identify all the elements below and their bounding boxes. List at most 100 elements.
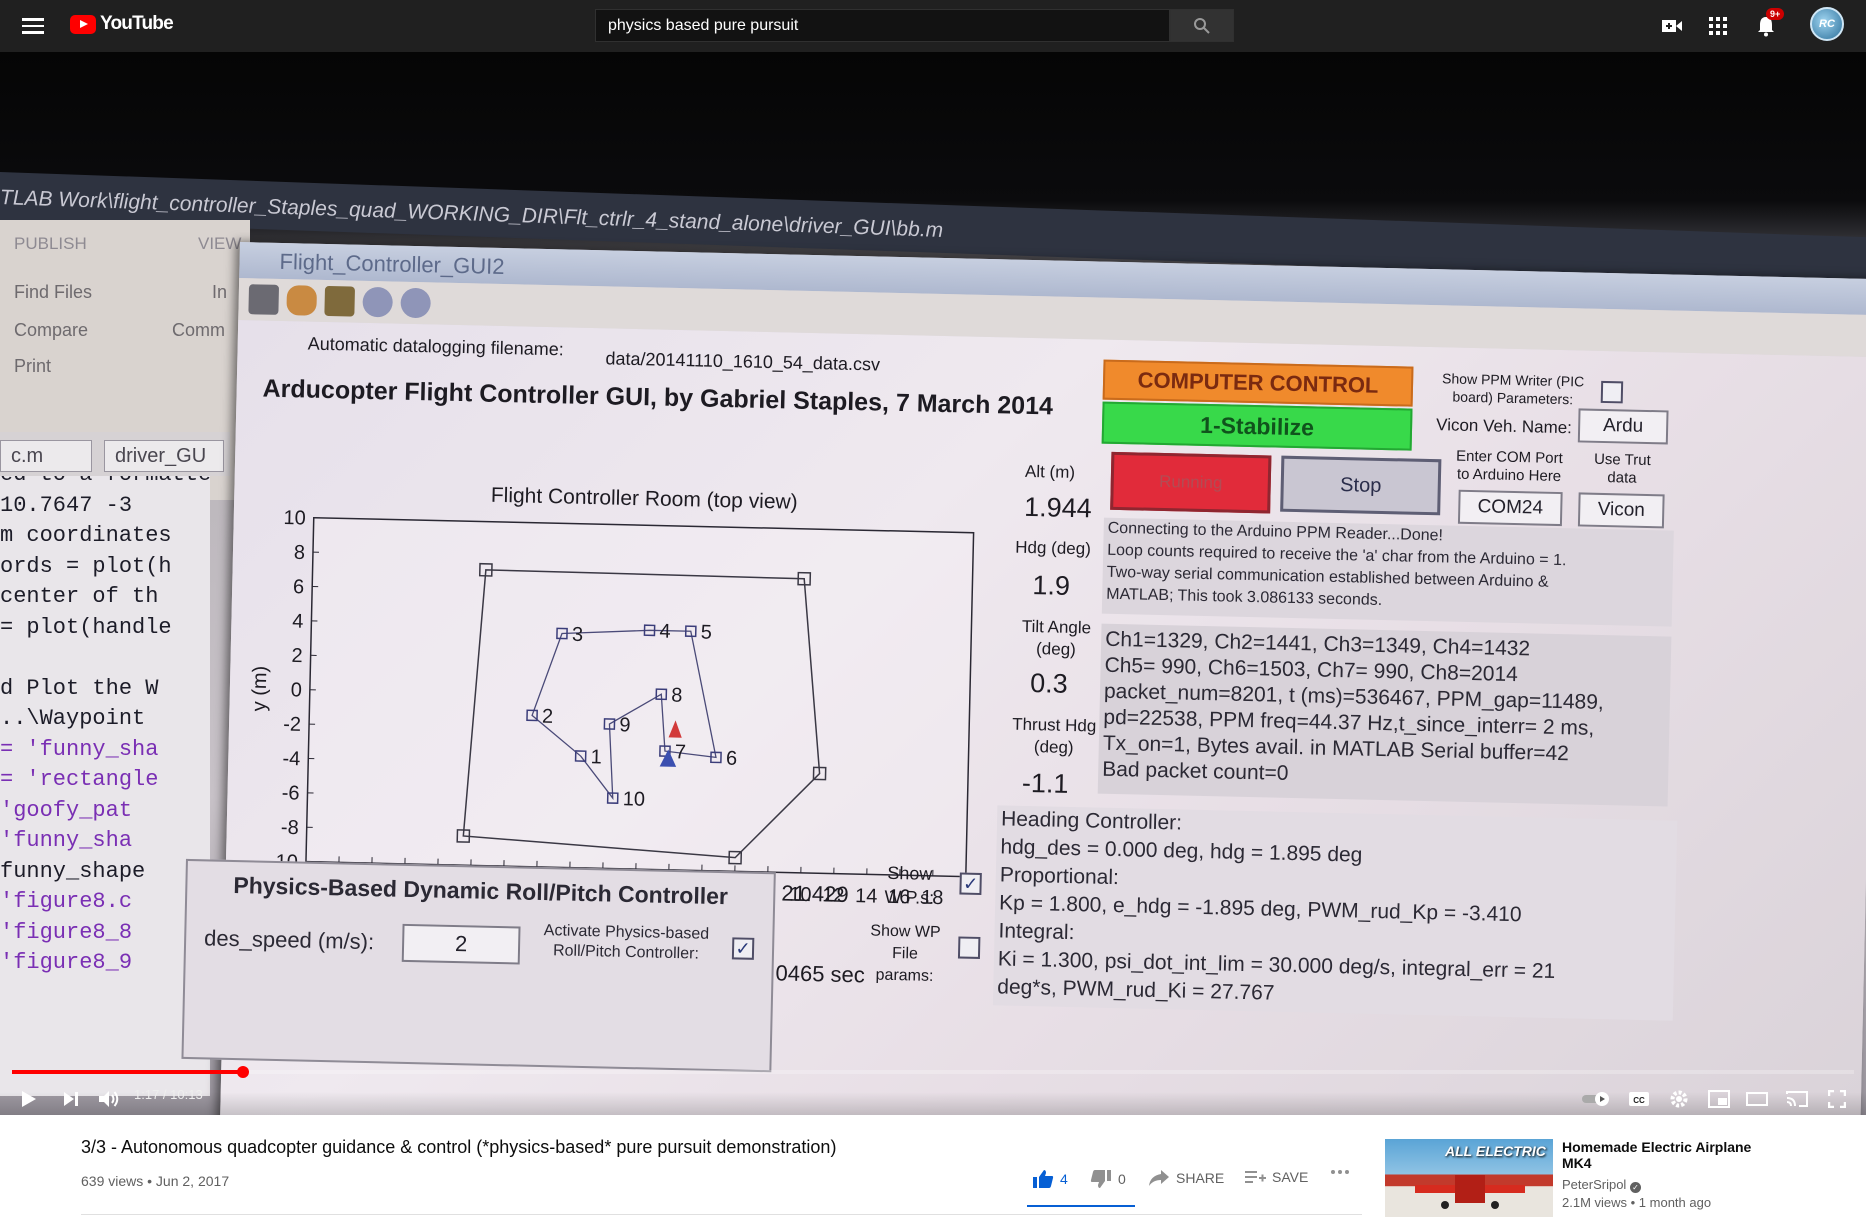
toolbar-publish: PUBLISH [14, 234, 87, 253]
panel-value-2: 0465 sec [775, 960, 866, 988]
toolbar-in: In [212, 282, 228, 302]
save-label: SAVE [1272, 1169, 1309, 1185]
dislike-button[interactable]: 0 [1090, 1169, 1126, 1189]
activate-checkbox[interactable]: ✓ [731, 937, 755, 960]
com-port-field[interactable]: COM24 [1457, 489, 1563, 527]
settings-button[interactable] [1664, 1084, 1694, 1114]
toolbar-compare: Compare [14, 320, 89, 340]
menu-icon[interactable] [20, 14, 46, 38]
heading-line: Kp = 1.800, e_hdg = -1.895 deg, PWM_rud_… [998, 891, 1522, 927]
heading-line: Heading Controller: [1000, 807, 1183, 835]
mode-button[interactable]: 1-Stabilize [1101, 401, 1413, 451]
progress-bar[interactable] [12, 1066, 1854, 1078]
vicon-name-field[interactable]: Ardu [1577, 408, 1669, 445]
waypoint-label: 5 [701, 621, 713, 643]
waypoint-label: 8 [671, 684, 683, 706]
share-button[interactable]: SHARE [1148, 1169, 1224, 1187]
recommended-title[interactable]: Homemade Electric Airplane MK4 [1562, 1139, 1762, 1171]
thumbs-down-icon [1090, 1170, 1111, 1188]
status-log: Connecting to the Arduino PPM Reader...D… [1101, 517, 1674, 627]
datalog-value: data/20141110_1610_54_data.csv [605, 348, 881, 375]
more-actions-button[interactable] [1330, 1169, 1350, 1175]
thrust-label: Thrust Hdg (deg) [1011, 714, 1097, 758]
show-wps-checkbox[interactable]: ✓ [959, 872, 982, 895]
waypoint-label: 6 [726, 748, 738, 770]
captions-button[interactable]: CC [1624, 1084, 1654, 1114]
code-line: 'funny_sha [0, 828, 133, 853]
heading-line: Integral: [998, 919, 1075, 945]
volume-button[interactable] [94, 1084, 124, 1114]
y-tick-label: -2 [283, 714, 301, 736]
y-tick-label: -4 [282, 748, 300, 770]
avatar[interactable]: RC [1810, 7, 1844, 41]
toolbar-print: Print [14, 356, 52, 376]
masthead: YouTube 9+ RC [0, 0, 1866, 52]
save-button[interactable]: SAVE [1244, 1169, 1308, 1185]
editor-code: ed to a formatted doc 10.7647 -3 m coordi… [0, 476, 210, 1096]
svg-text:CC: CC [1633, 1096, 1645, 1105]
y-tick-label: 8 [294, 542, 306, 564]
vicon-name-label: Vicon Veh. Name: [1435, 415, 1573, 438]
toolbar-view: VIEW [198, 234, 242, 253]
progress-fill [12, 1070, 244, 1074]
youtube-logo[interactable]: YouTube [70, 13, 174, 35]
recommended-thumbnail[interactable]: ALL ELECTRIC [1385, 1139, 1553, 1217]
like-count: 4 [1060, 1171, 1068, 1187]
video-player[interactable]: TLAB Work\flight_controller_Staples_quad… [0, 52, 1866, 1115]
notifications-bell-icon[interactable]: 9+ [1752, 8, 1785, 40]
miniplayer-button[interactable] [1704, 1084, 1734, 1114]
running-button[interactable]: Running [1110, 451, 1272, 514]
computer-control-button[interactable]: COMPUTER CONTROL [1102, 359, 1414, 407]
video-meta: 639 views • Jun 2, 2017 [81, 1173, 230, 1189]
show-wp-file-checkbox[interactable] [957, 936, 981, 959]
toolbar-comm: Comm [172, 320, 225, 340]
editor-tab-left: c.m [0, 440, 92, 472]
des-speed-field[interactable]: 2 [401, 923, 521, 965]
show-wp-file-label: Show WP File params: [870, 922, 941, 985]
create-video-icon[interactable] [1658, 12, 1686, 40]
autoplay-icon [1582, 1092, 1609, 1106]
code-line: ed to a formatted doc [0, 476, 210, 487]
logo-text: YouTube [100, 13, 174, 34]
panel-value: 21.429 [781, 880, 849, 907]
zoom-in-icon [362, 286, 394, 318]
search-button[interactable] [1170, 9, 1234, 42]
tilt-value: 0.3 [1029, 668, 1069, 699]
cast-button[interactable] [1782, 1084, 1812, 1114]
activate-label: Activate Physics-based Roll/Pitch Contro… [543, 922, 710, 963]
editor-tab-driver: driver_GU [104, 440, 224, 472]
code-line: 'figure8.c [0, 889, 133, 914]
code-line: m coordinates [0, 523, 172, 548]
pan-hand-icon [286, 285, 318, 316]
next-button[interactable] [56, 1084, 86, 1114]
code-line: 10.7647 -3 [0, 492, 133, 518]
share-icon [1149, 1170, 1169, 1186]
code-line: = plot(handle [0, 614, 172, 640]
recommended-channel[interactable]: PeterSripol ✓ [1562, 1177, 1641, 1193]
heading-line: hdg_des = 0.000 deg, hdg = 1.895 deg [1000, 835, 1363, 867]
recommended-meta: 2.1M views • 1 month ago [1562, 1195, 1712, 1210]
miniplayer-icon [1708, 1090, 1730, 1108]
cast-icon [1786, 1091, 1808, 1107]
heading-line: deg*s, PWM_rud_Ki = 27.767 [997, 975, 1275, 1005]
y-tick-label: -6 [281, 782, 299, 804]
more-horizontal-icon [1331, 1170, 1349, 1174]
airplane-graphic [1415, 1175, 1525, 1209]
show-ppm-checkbox[interactable] [1600, 380, 1624, 404]
stop-button[interactable]: Stop [1280, 455, 1442, 516]
y-tick-label: -8 [281, 817, 299, 839]
autoplay-toggle[interactable] [1578, 1084, 1614, 1114]
code-line: ..\Waypoint [0, 706, 146, 731]
search-input[interactable] [595, 9, 1170, 42]
y-tick-label: 2 [291, 645, 303, 667]
waypoint-label: 4 [659, 621, 671, 643]
notification-badge: 9+ [1766, 8, 1785, 20]
fullscreen-button[interactable] [1822, 1084, 1852, 1114]
physics-panel-title: Physics-Based Dynamic Roll/Pitch Control… [233, 872, 729, 910]
code-line: 'goofy_pat [0, 797, 133, 823]
vicon-field[interactable]: Vicon [1577, 492, 1665, 529]
theater-mode-button[interactable] [1742, 1084, 1772, 1114]
play-button[interactable] [14, 1084, 44, 1114]
like-button[interactable]: 4 [1032, 1169, 1068, 1189]
apps-grid-icon[interactable] [1704, 12, 1732, 40]
